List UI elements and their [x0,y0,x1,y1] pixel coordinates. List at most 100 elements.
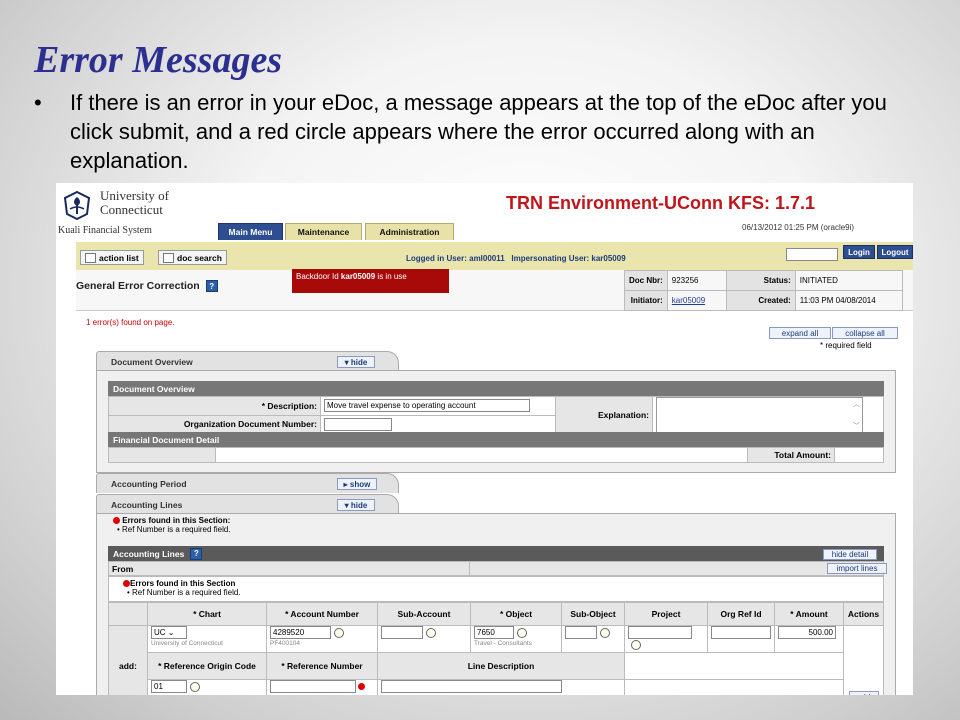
description-input[interactable]: Move travel expense to operating account [324,399,530,413]
account-description: PF400104 [270,640,300,647]
ref-number-cell [266,679,378,695]
accounting-period-show-button[interactable]: ▸ show [337,478,377,490]
chart-select[interactable]: UC ⌄ [151,626,187,639]
expand-all-button[interactable]: expand all [769,327,831,339]
accounting-lines-section: Errors found in this Section: • Ref Numb… [96,513,896,695]
hide-label: hide [350,500,368,510]
accounting-lines-hide-button[interactable]: ▾ hide [337,499,375,511]
search-icon[interactable] [600,627,610,638]
backdoor-prefix: Backdoor Id [296,272,341,281]
sub-account-input[interactable] [381,626,423,639]
ref-number-header: * Reference Number [266,652,378,680]
project-input[interactable] [628,626,692,639]
accounting-lines-header: Accounting Lines? [108,546,884,561]
ref-number-input[interactable] [270,680,356,693]
org-doc-number-input[interactable] [324,417,392,431]
column-project: Project [624,602,708,626]
column-org-ref-id: Org Ref Id [707,602,775,626]
column-account-number: * Account Number [266,602,378,626]
logout-button[interactable]: Logout [877,245,913,259]
add-line-button[interactable]: add [848,691,879,695]
sub-account-cell [377,625,471,653]
account-number-input[interactable]: 4289520 [270,626,331,639]
doc-search-label: doc search [177,252,222,263]
import-lines-button[interactable]: import lines [827,563,887,574]
server-datetime: 06/13/2012 01:25 PM (oracle9i) [742,223,855,232]
login-button[interactable]: Login [843,245,875,259]
project-cell [624,625,708,653]
search-icon[interactable] [631,639,641,650]
line-description-cell [377,679,625,695]
login-input[interactable] [786,248,838,261]
university-line1: University of [100,188,169,203]
chart-cell: UC ⌄ University of Connecticut [147,625,267,653]
inner-error-item: Ref Number is a required field. [132,588,241,597]
document-type-title: General Error Correction? [76,280,218,293]
from-row-divider [469,562,470,575]
tab-administration[interactable]: Administration [365,223,454,240]
section-errors-title: Errors found in this Section: [122,516,231,525]
collapse-all-button[interactable]: collapse all [832,327,898,339]
financial-detail-grid: Total Amount: [108,447,884,463]
environment-title: TRN Environment-UConn KFS: 1.7.1 [506,193,816,213]
explanation-cell: ︿ ﹀ [652,396,884,434]
scroll-up-icon[interactable]: ︿ [853,399,860,409]
line-description-header: Line Description [377,652,625,680]
total-amount-value [834,447,884,463]
org-doc-number-cell [320,414,556,434]
university-line2: Connecticut [100,202,163,217]
search-icon[interactable] [334,627,344,638]
column-object: * Object [470,602,562,626]
amount-input[interactable]: 500.00 [778,626,836,639]
help-icon[interactable]: ? [190,547,203,560]
action-list-icon [85,252,96,263]
ref-origin-code-input[interactable]: 01 [151,680,187,693]
action-list-button[interactable]: action list [80,250,144,265]
accounting-period-tab-label: Accounting Period [111,479,187,489]
empty-header-cell [624,652,844,680]
object-cell: 7650 Travel - Consultants [470,625,562,653]
hide-label: hide [350,357,368,367]
total-amount-label: Total Amount: [747,447,835,463]
created-label: Created: [725,290,796,311]
line-description-input[interactable] [381,680,562,693]
financial-detail-header: Financial Document Detail [108,432,884,447]
bullet-text: If there is an error in your eDoc, a mes… [70,90,887,173]
search-icon[interactable] [517,627,527,638]
tab-main-menu[interactable]: Main Menu [218,223,283,240]
section-errors: Errors found in this Section: • Ref Numb… [113,516,231,534]
initiator-link[interactable]: kar05009 [666,290,727,311]
tab-maintenance[interactable]: Maintenance [285,223,362,240]
search-icon[interactable] [190,681,200,692]
org-ref-id-input[interactable] [711,626,771,639]
ref-origin-code-header: * Reference Origin Code [147,652,267,680]
document-overview-tab: Document Overview ▾ hide [96,351,399,371]
search-icon[interactable] [426,627,436,638]
doc-search-button[interactable]: doc search [158,250,227,265]
system-name: Kuali Financial System [58,225,152,236]
error-circle-icon [113,517,120,525]
column-blank [108,602,148,626]
table-row: add: UC ⌄ University of Connecticut 4289… [108,625,884,695]
column-sub-account: Sub-Account [377,602,471,626]
scroll-down-icon[interactable]: ﹀ [853,421,860,431]
object-input[interactable]: 7650 [474,626,514,639]
university-name: University of Connecticut [100,189,169,217]
financial-detail-blank [108,447,216,463]
section-error-item: Ref Number is a required field. [122,525,231,534]
hide-detail-button[interactable]: hide detail [823,549,877,560]
nav-bar: action list doc search Logged in User: a… [76,242,913,270]
help-icon[interactable]: ? [205,280,218,293]
account-number-cell: 4289520 PF400104 [266,625,378,653]
accounting-period-tab: Accounting Period ▸ show [96,473,399,493]
sub-object-input[interactable] [565,626,597,639]
error-circle-icon [358,683,366,690]
explanation-textarea[interactable]: ︿ ﹀ [656,397,863,433]
show-label: show [349,479,371,489]
document-overview-hide-button[interactable]: ▾ hide [337,356,375,368]
page-error-count: 1 error(s) found on page. [86,318,175,327]
object-description: Travel - Consultants [474,640,532,647]
description-label: * Description: [108,396,321,416]
chevron-down-icon: ⌄ [167,628,175,637]
inner-section-errors: Errors found in this Section • Ref Numbe… [108,576,884,602]
